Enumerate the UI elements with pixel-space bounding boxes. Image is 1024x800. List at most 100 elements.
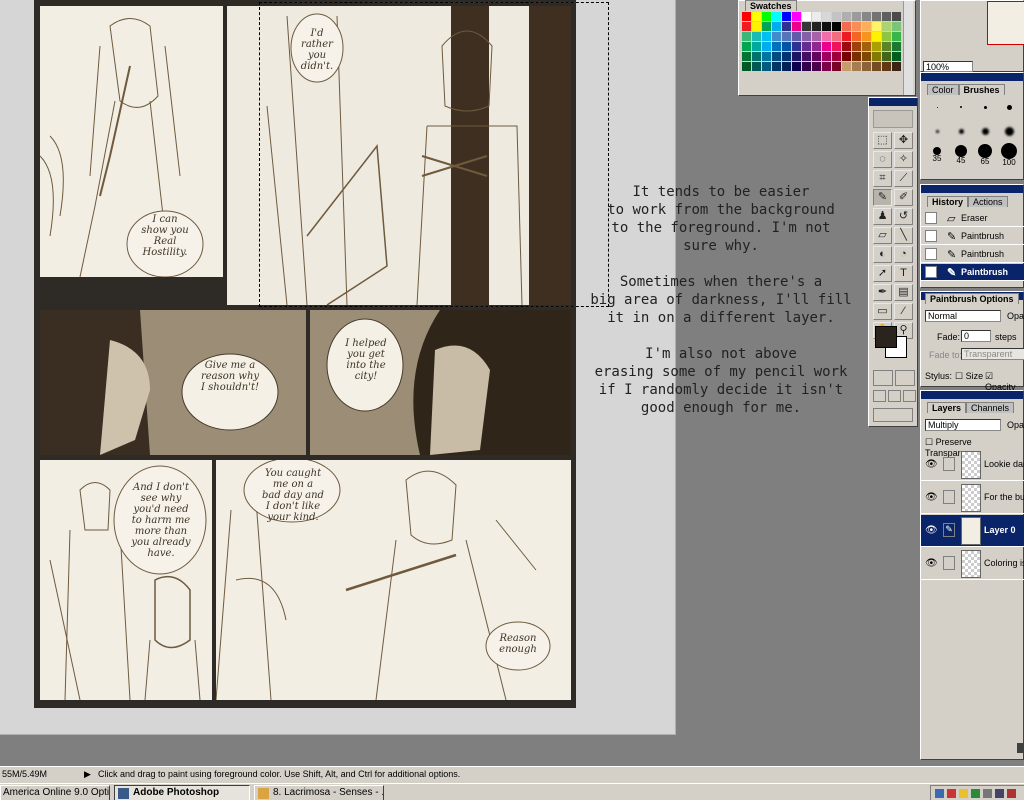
tray-icon[interactable] [1007,789,1016,798]
taskbar-music-player[interactable]: 8. Lacrimosa - Senses - ... [254,785,384,800]
color-swatch[interactable] [892,22,901,31]
color-swatch[interactable] [872,22,881,31]
notes-tool-icon[interactable]: ▭ [873,303,892,320]
navigator-thumbnail[interactable] [987,1,1024,45]
color-swatch[interactable] [782,22,791,31]
history-brush-icon[interactable]: ↺ [894,208,913,225]
tray-icon[interactable] [983,789,992,798]
color-swatch[interactable] [892,42,901,51]
path-select-icon[interactable]: ➚ [873,265,892,282]
color-swatch[interactable] [822,62,831,71]
move-tool-icon[interactable]: ✥ [894,132,913,149]
color-swatch[interactable] [862,62,871,71]
tab-swatches[interactable]: Swatches [745,0,797,11]
color-swatch[interactable] [872,12,881,21]
quick-mask-icon[interactable] [895,370,915,386]
color-swatch[interactable] [742,22,751,31]
history-state[interactable]: ▱ Eraser [921,210,1024,227]
foreground-color-chip[interactable] [875,326,897,348]
brush-preset-grid[interactable]: 35 45 65 100 [925,95,1021,167]
screen-mode-standard-icon[interactable] [873,390,886,402]
color-swatch[interactable] [762,42,771,51]
color-swatch[interactable] [892,12,901,21]
brush-preset[interactable]: 65 [973,143,997,167]
color-swatch[interactable] [802,12,811,21]
color-swatch[interactable] [762,22,771,31]
color-swatch[interactable] [872,62,881,71]
color-swatch[interactable] [882,42,891,51]
color-swatch[interactable] [872,32,881,41]
color-swatch[interactable] [892,32,901,41]
color-swatch[interactable] [772,62,781,71]
toolbox-title-bar[interactable] [869,98,917,106]
color-swatch[interactable] [862,12,871,21]
color-swatch[interactable] [772,52,781,61]
tab-channels[interactable]: Channels [966,402,1015,413]
eyedropper-icon[interactable]: ⁄ [894,303,913,320]
color-swatch[interactable] [742,32,751,41]
brush-preset[interactable]: 45 [949,143,973,167]
color-swatch[interactable] [872,42,881,51]
taskbar-photoshop[interactable]: Adobe Photoshop [114,785,250,800]
color-swatch[interactable] [752,42,761,51]
brush-preset[interactable] [997,119,1021,143]
comic-page[interactable]: I can show you Real Hostility. I'd rathe… [34,0,609,708]
tab-paintbrush-options[interactable]: Paintbrush Options [925,293,1019,304]
layer-row[interactable]: 👁 Coloring is [921,548,1024,580]
color-swatch[interactable] [792,12,801,21]
marquee-tool-icon[interactable]: ⬚ [873,132,892,149]
history-state[interactable]: ✎ Paintbrush [921,246,1024,263]
color-swatch[interactable] [842,62,851,71]
tab-history[interactable]: History [927,196,969,207]
tab-color[interactable]: Color [927,84,959,95]
history-title-bar[interactable] [921,185,1023,193]
tray-icon[interactable] [971,789,980,798]
brush-preset[interactable]: 100 [997,143,1021,167]
link-box[interactable] [943,556,955,570]
color-swatch[interactable] [832,22,841,31]
color-swatch[interactable] [782,62,791,71]
color-swatch[interactable] [822,32,831,41]
color-swatch[interactable] [802,32,811,41]
tray-icon[interactable] [947,789,956,798]
fade-input[interactable]: 0 [961,330,991,342]
color-swatch[interactable] [762,12,771,21]
link-box[interactable] [943,457,955,471]
canvas[interactable]: I can show you Real Hostility. I'd rathe… [0,0,852,735]
eye-icon[interactable]: 👁 [925,525,938,536]
tab-layers[interactable]: Layers [927,402,967,413]
brush-preset[interactable] [997,95,1021,119]
color-swatch[interactable] [842,42,851,51]
size-checkbox[interactable]: ☐ Size [955,371,983,382]
taskbar-aol[interactable]: America Online 9.0 Opti... [0,785,110,800]
color-swatch[interactable] [892,62,901,71]
tray-icon[interactable] [959,789,968,798]
eraser-tool-icon[interactable]: ▱ [873,227,892,244]
document-size[interactable]: 55M/5.49M [2,767,47,782]
swatch-grid[interactable] [742,12,902,72]
color-swatch[interactable] [762,52,771,61]
color-swatch[interactable] [842,12,851,21]
color-swatch[interactable] [812,32,821,41]
tab-actions[interactable]: Actions [968,196,1008,207]
color-swatch[interactable] [792,42,801,51]
brush-preset[interactable] [925,119,949,143]
screen-mode-full-icon[interactable] [903,390,916,402]
jump-to-imageready-icon[interactable] [873,408,913,422]
color-swatch[interactable] [882,32,891,41]
clone-stamp-icon[interactable]: ♟ [873,208,892,225]
color-swatch[interactable] [772,42,781,51]
color-swatch[interactable] [872,52,881,61]
snapshot-checkbox[interactable] [925,212,937,224]
color-swatch[interactable] [812,62,821,71]
color-swatch[interactable] [802,52,811,61]
swatches-scrollbar[interactable] [903,1,913,95]
brush-preset[interactable] [949,95,973,119]
brush-preset[interactable] [973,95,997,119]
color-swatch[interactable] [812,22,821,31]
color-swatch[interactable] [792,32,801,41]
color-swatch[interactable] [762,32,771,41]
color-swatch[interactable] [842,22,851,31]
zoom-field[interactable]: 100% [923,61,973,72]
color-swatch[interactable] [882,22,891,31]
